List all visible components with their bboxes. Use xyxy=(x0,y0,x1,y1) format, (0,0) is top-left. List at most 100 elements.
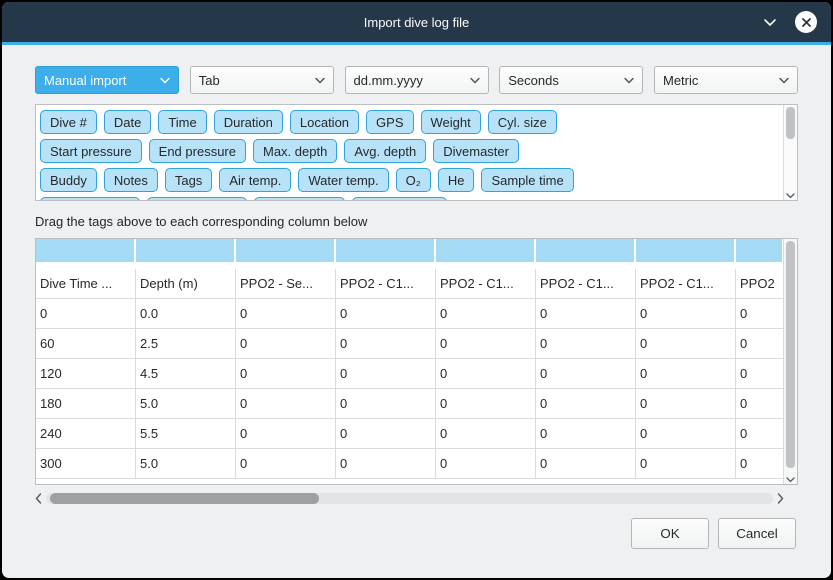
scrollbar-thumb[interactable] xyxy=(786,107,795,139)
tag-air-temp[interactable]: Air temp. xyxy=(219,168,291,192)
table-cell: 5.5 xyxy=(136,419,236,449)
tag-row: Start pressure End pressure Max. depth Avg.… xyxy=(40,139,779,163)
tag-dive[interactable]: Dive # xyxy=(40,110,97,134)
combo-value: Tab xyxy=(199,73,315,88)
tag-avg-depth[interactable]: Avg. depth xyxy=(344,139,426,163)
dialog-content: Manual import Tab dd.mm.yyyy Seconds Met… xyxy=(2,45,831,578)
hscroll-track[interactable] xyxy=(46,493,773,504)
column-header: Dive Time ... xyxy=(36,269,136,299)
table-cell: 0 xyxy=(636,389,736,419)
tag-o[interactable]: O₂ xyxy=(396,168,431,192)
preview-grid: Dive Time ...Depth (m)PPO2 - Se...PPO2 -… xyxy=(36,239,783,484)
scroll-down-icon[interactable] xyxy=(784,193,797,199)
window-title: Import dive log file xyxy=(364,15,470,30)
close-icon[interactable] xyxy=(795,11,817,33)
tag-notes[interactable]: Notes xyxy=(104,168,158,192)
table-cell: 120 xyxy=(36,359,136,389)
tag-weight[interactable]: Weight xyxy=(421,110,481,134)
drop-target-cell[interactable] xyxy=(336,239,436,264)
tag-divemaster[interactable]: Divemaster xyxy=(433,139,519,163)
drop-target-cell[interactable] xyxy=(736,239,783,264)
tag-duration[interactable]: Duration xyxy=(214,110,283,134)
tag-end-pressure[interactable]: End pressure xyxy=(149,139,246,163)
table-cell: 0 xyxy=(36,299,136,329)
table-cell: 0 xyxy=(236,359,336,389)
table-cell: 0 xyxy=(336,449,436,479)
scrollbar-thumb[interactable] xyxy=(786,241,795,468)
duration-format-combo[interactable]: Seconds xyxy=(499,66,643,94)
chevron-down-icon[interactable] xyxy=(763,18,777,27)
combo-value: dd.mm.yyyy xyxy=(354,73,470,88)
drop-target-cell[interactable] xyxy=(536,239,636,264)
tag-gps[interactable]: GPS xyxy=(366,110,413,134)
tag-max-depth[interactable]: Max. depth xyxy=(253,139,337,163)
table-cell: 0 xyxy=(236,389,336,419)
drop-target-cell[interactable] xyxy=(36,239,136,264)
table-cell: 0 xyxy=(236,329,336,359)
column-header: PPO2 - C1... xyxy=(636,269,736,299)
drop-target-cell[interactable] xyxy=(436,239,536,264)
table-cell: 2.5 xyxy=(136,329,236,359)
import-mode-combo[interactable]: Manual import xyxy=(35,66,179,94)
tag-panel-scrollbar[interactable] xyxy=(783,105,797,200)
table-cell: 0 xyxy=(636,449,736,479)
import-dialog-window: Import dive log file Manual import Tab xyxy=(2,2,831,578)
units-combo[interactable]: Metric xyxy=(654,66,798,94)
tag-time[interactable]: Time xyxy=(158,110,206,134)
table-cell: 0 xyxy=(536,329,636,359)
chevron-down-icon xyxy=(315,77,325,84)
table-cell: 0 xyxy=(736,359,783,389)
horizontal-scrollbar[interactable] xyxy=(35,491,798,505)
table-cell: 0 xyxy=(536,389,636,419)
combo-value: Manual import xyxy=(44,73,160,88)
column-header: PPO2 - C1... xyxy=(536,269,636,299)
table-cell: 0 xyxy=(736,329,783,359)
titlebar[interactable]: Import dive log file xyxy=(2,2,831,42)
drop-target-cell[interactable] xyxy=(636,239,736,264)
column-header: PPO2 - C1... xyxy=(436,269,536,299)
field-separator-combo[interactable]: Tab xyxy=(190,66,334,94)
tag-start-pressure[interactable]: Start pressure xyxy=(40,139,142,163)
table-vertical-scrollbar[interactable] xyxy=(783,239,797,484)
scroll-left-icon[interactable] xyxy=(35,493,42,504)
tag-buddy[interactable]: Buddy xyxy=(40,168,97,192)
table-cell: 0 xyxy=(636,299,736,329)
table-cell: 0 xyxy=(536,419,636,449)
scroll-right-icon[interactable] xyxy=(777,493,784,504)
column-header: Depth (m) xyxy=(136,269,236,299)
cancel-button[interactable]: Cancel xyxy=(718,518,796,549)
chevron-down-icon xyxy=(779,77,789,84)
tag-cyl-size[interactable]: Cyl. size xyxy=(488,110,557,134)
tag-location[interactable]: Location xyxy=(290,110,359,134)
tag-date[interactable]: Date xyxy=(104,110,151,134)
tag-tags[interactable]: Tags xyxy=(165,168,212,192)
scroll-down-icon[interactable] xyxy=(784,477,797,483)
tag-sample-po[interactable]: Sample pO₂ xyxy=(254,197,344,200)
table-cell: 60 xyxy=(36,329,136,359)
tag-sample-time[interactable]: Sample time xyxy=(481,168,573,192)
table-cell: 0 xyxy=(736,299,783,329)
table-cell: 0 xyxy=(436,419,536,449)
table-cell: 0 xyxy=(436,389,536,419)
table-cell: 0 xyxy=(736,419,783,449)
combo-value: Metric xyxy=(663,73,779,88)
ok-button[interactable]: OK xyxy=(631,518,709,549)
table-cell: 0 xyxy=(736,449,783,479)
screen: Import dive log file Manual import Tab xyxy=(0,0,833,580)
tag-sample-depth[interactable]: Sample depth xyxy=(40,197,140,200)
drop-target-cell[interactable] xyxy=(136,239,236,264)
preview-table: Dive Time ...Depth (m)PPO2 - Se...PPO2 -… xyxy=(35,238,798,485)
tag-he[interactable]: He xyxy=(438,168,475,192)
table-cell: 240 xyxy=(36,419,136,449)
import-options-row: Manual import Tab dd.mm.yyyy Seconds Met… xyxy=(35,66,798,94)
tag-sample-cns[interactable]: Sample CNS xyxy=(352,197,447,200)
tag-water-temp[interactable]: Water temp. xyxy=(298,168,388,192)
chevron-down-icon xyxy=(470,77,480,84)
hscroll-thumb[interactable] xyxy=(50,493,319,504)
column-header: PPO2 - C1... xyxy=(336,269,436,299)
date-format-combo[interactable]: dd.mm.yyyy xyxy=(345,66,489,94)
tag-sample-temp[interactable]: Sample temp. xyxy=(147,197,247,200)
table-cell: 0 xyxy=(436,299,536,329)
chevron-down-icon xyxy=(624,77,634,84)
drop-target-cell[interactable] xyxy=(236,239,336,264)
